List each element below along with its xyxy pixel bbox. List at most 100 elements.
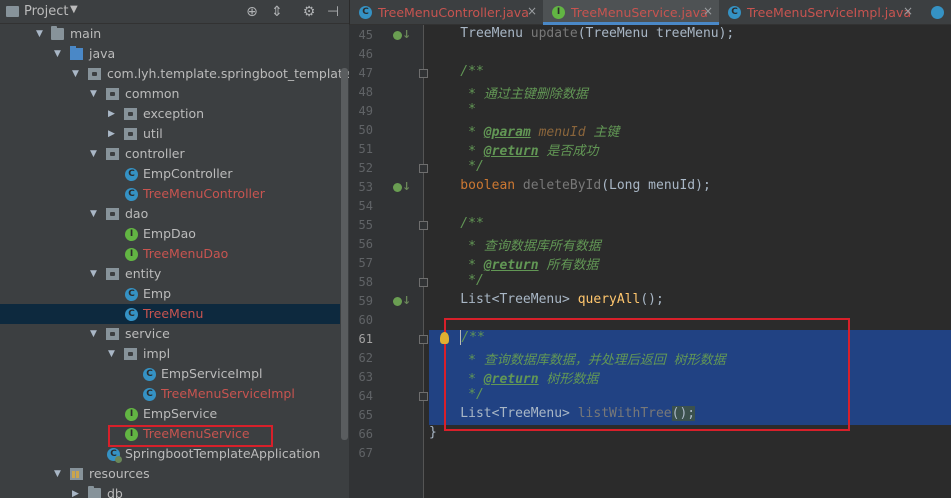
chevron-down-icon[interactable]: ▼ (36, 28, 46, 40)
code-line[interactable]: */ (429, 159, 951, 178)
code-line[interactable] (429, 444, 951, 463)
close-icon[interactable]: × (527, 4, 537, 18)
tree-node-java[interactable]: ▼ java (0, 44, 340, 64)
project-tree-scrollbar[interactable] (341, 68, 348, 440)
code-line[interactable]: * @return 所有数据 (429, 254, 951, 273)
tree-node-treemenudao[interactable]: I TreeMenuDao (0, 244, 340, 264)
tree-node-entity[interactable]: ▼ entity (0, 264, 340, 284)
hide-panel-icon[interactable]: ⊣ (324, 3, 342, 21)
code-token: /** (429, 64, 484, 79)
tree-node-empserviceimpl[interactable]: C EmpServiceImpl (0, 364, 340, 384)
tree-node-label: EmpDao (143, 226, 196, 241)
code-token: } (429, 425, 437, 440)
tree-node-service[interactable]: ▼ service (0, 324, 340, 344)
code-token: queryAll (577, 292, 641, 307)
line-number: 53 (358, 180, 373, 194)
tree-node-empcontroller[interactable]: C EmpController (0, 164, 340, 184)
package-icon (106, 88, 119, 100)
chevron-down-icon[interactable]: ▼ (90, 88, 100, 100)
fold-marker-icon[interactable] (419, 278, 428, 287)
chevron-down-icon[interactable]: ▼ (72, 68, 82, 80)
chevron-down-icon[interactable]: ▼ (90, 148, 100, 160)
code-area[interactable]: 45 ↓ 46 47 48 49 50 51 52 53 ↓ 54 55 56 57 58 59 ↓ 60 61 62 6… (349, 25, 951, 498)
code-line[interactable]: * 通过主键删除数据 (429, 83, 951, 102)
annotation-highlight-box (108, 425, 273, 447)
code-token: deleteById (522, 178, 602, 193)
chevron-down-icon[interactable]: ▼ (54, 48, 64, 60)
code-token: /** (429, 216, 484, 231)
code-line[interactable]: * (429, 102, 951, 121)
code-line[interactable] (429, 45, 951, 64)
tree-node-dao[interactable]: ▼ dao (0, 204, 340, 224)
code-line[interactable]: * 查询数据库所有数据 (429, 235, 951, 254)
tree-node-label: EmpServiceImpl (161, 366, 263, 381)
tree-node-treemenuserviceimpl[interactable]: C TreeMenuServiceImpl (0, 384, 340, 404)
intention-bulb-icon[interactable] (440, 332, 449, 344)
tree-node-label: service (125, 326, 170, 341)
package-icon (106, 328, 119, 340)
project-tool-window: Project ▼ ⊕ ⇕ ⚙ ⊣ ▼ main ▼ java ▼ com.ly… (0, 0, 349, 498)
tree-node-springboottemplateapplication[interactable]: C SpringbootTemplateApplication (0, 444, 340, 464)
implemented-method-icon[interactable]: ↓ (393, 294, 411, 307)
code-line[interactable]: boolean deleteById(Long menuId); (429, 178, 951, 197)
code-line[interactable]: TreeMenu update(TreeMenu treeMenu); (429, 26, 951, 45)
package-icon (106, 148, 119, 160)
fold-marker-icon[interactable] (419, 69, 428, 78)
chevron-down-icon[interactable]: ▼ (70, 4, 78, 15)
line-number: 48 (358, 85, 373, 99)
tree-node-db[interactable]: ▶ db (0, 484, 340, 498)
tree-node-main[interactable]: ▼ main (0, 24, 340, 44)
implemented-method-icon[interactable]: ↓ (393, 180, 411, 193)
tree-node-emp[interactable]: C Emp (0, 284, 340, 304)
gear-icon[interactable]: ⚙ (300, 3, 318, 21)
close-icon[interactable]: × (703, 4, 713, 18)
fold-marker-icon[interactable] (419, 221, 428, 230)
tree-node-root-package[interactable]: ▼ com.lyh.template.springboot_template (0, 64, 349, 84)
tree-node-empservice[interactable]: I EmpService (0, 404, 340, 424)
code-line[interactable]: */ (429, 273, 951, 292)
fold-marker-icon[interactable] (419, 164, 428, 173)
chevron-down-icon[interactable]: ▼ (54, 468, 64, 480)
tab-treemenuserviceimpl[interactable]: C TreeMenuServiceImpl.java × (719, 0, 919, 25)
code-token: update (530, 26, 578, 41)
tree-node-label: TreeMenuController (143, 186, 265, 201)
code-line[interactable]: * @return 是否成功 (429, 140, 951, 159)
tab-overflow[interactable] (925, 0, 951, 25)
code-line[interactable]: /** (429, 216, 951, 235)
code-token: (); (640, 292, 664, 307)
code-line[interactable] (429, 197, 951, 216)
tree-node-common[interactable]: ▼ common (0, 84, 340, 104)
chevron-down-icon[interactable]: ▼ (90, 268, 100, 280)
tree-node-resources[interactable]: ▼ resources (0, 464, 340, 484)
chevron-right-icon[interactable]: ▶ (72, 488, 82, 498)
folder-icon (88, 486, 101, 498)
line-number: 57 (358, 256, 373, 270)
tree-node-treemenucontroller[interactable]: C TreeMenuController (0, 184, 340, 204)
locate-target-icon[interactable]: ⊕ (243, 3, 261, 21)
tree-node-empdao[interactable]: I EmpDao (0, 224, 340, 244)
code-line[interactable]: * @param menuId 主键 (429, 121, 951, 140)
tree-node-treemenu[interactable]: C TreeMenu (0, 304, 340, 324)
class-icon: C (728, 6, 741, 19)
tree-node-impl[interactable]: ▼ impl (0, 344, 340, 364)
implemented-method-icon[interactable]: ↓ (393, 28, 411, 41)
tree-node-util[interactable]: ▶ util (0, 124, 340, 144)
chevron-down-icon[interactable]: ▼ (90, 328, 100, 340)
tab-treemenuservice[interactable]: I TreeMenuService.java × (543, 0, 719, 25)
chevron-down-icon[interactable]: ▼ (90, 208, 100, 220)
project-panel-title[interactable]: Project (24, 4, 68, 19)
chevron-right-icon[interactable]: ▶ (108, 128, 118, 140)
chevron-down-icon[interactable]: ▼ (108, 348, 118, 360)
tab-treemenucontroller[interactable]: C TreeMenuController.java × (350, 0, 543, 25)
collapse-all-icon[interactable]: ⇕ (268, 3, 286, 21)
close-icon[interactable]: × (903, 4, 913, 18)
tree-node-controller[interactable]: ▼ controller (0, 144, 340, 164)
code-line[interactable]: List<TreeMenu> queryAll(); (429, 292, 951, 311)
class-icon: C (359, 6, 372, 19)
tree-node-exception[interactable]: ▶ exception (0, 104, 340, 124)
code-line[interactable]: /** (429, 64, 951, 83)
chevron-right-icon[interactable]: ▶ (108, 108, 118, 120)
fold-marker-icon[interactable] (419, 335, 428, 344)
code-token: 是否成功 (538, 144, 599, 159)
fold-marker-icon[interactable] (419, 392, 428, 401)
